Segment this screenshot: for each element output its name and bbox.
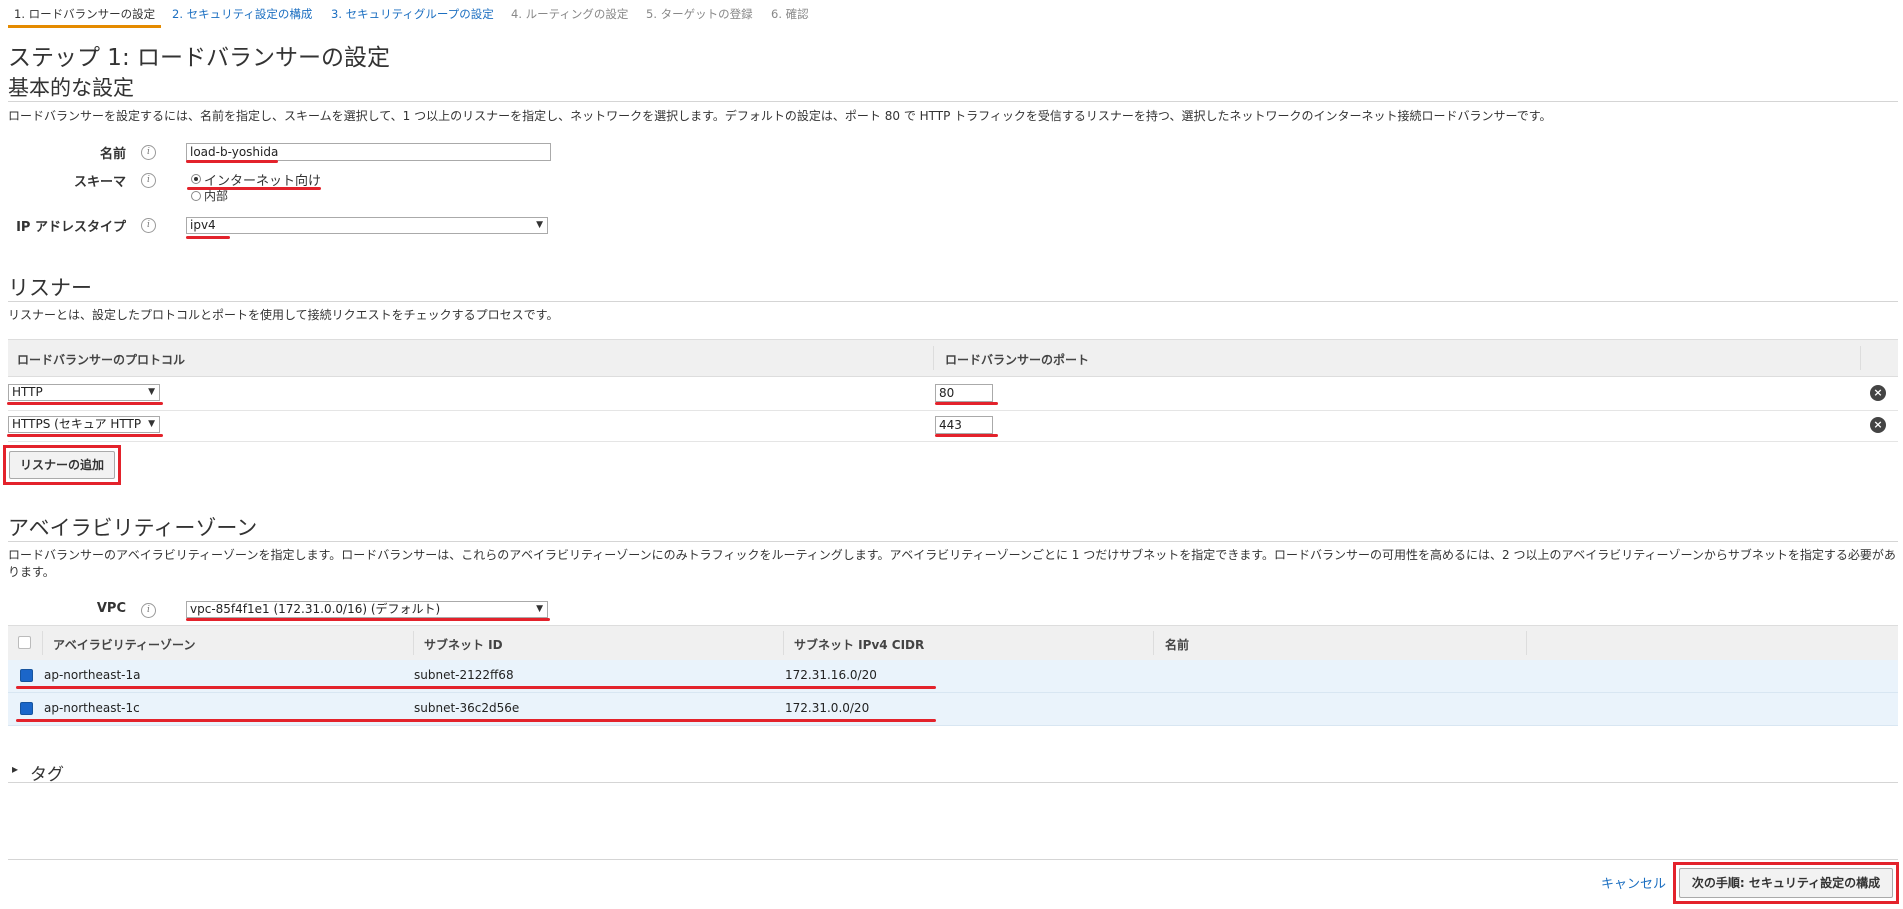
vpc-value: vpc-85f4f1e1 (172.31.0.0/16) (デフォルト) <box>190 602 441 616</box>
annotation-underline <box>16 719 936 722</box>
scheme-internal-radio[interactable] <box>191 191 201 201</box>
column-subnet-cidr: サブネット IPv4 CIDR <box>794 638 925 652</box>
protocol-select[interactable]: HTTP ▼ <box>8 384 160 401</box>
info-icon[interactable]: i <box>141 145 156 160</box>
wizard-step-3[interactable]: 3. セキュリティグループの設定 <box>325 0 500 28</box>
cidr-cell: 172.31.16.0/20 <box>785 668 877 682</box>
port-input[interactable] <box>935 384 993 402</box>
ip-address-type-select[interactable]: ipv4 ▼ <box>186 217 548 234</box>
subnet-id-cell: subnet-2122ff68 <box>414 668 514 682</box>
name-label: 名前 <box>99 147 126 162</box>
row-checkbox[interactable] <box>20 669 33 682</box>
subnet-id-cell: subnet-36c2d56e <box>414 701 520 715</box>
info-icon[interactable]: i <box>141 603 156 618</box>
ip-address-type-value: ipv4 <box>190 218 216 232</box>
divider <box>8 410 1898 411</box>
chevron-down-icon: ▼ <box>148 387 155 397</box>
divider <box>8 441 1898 442</box>
info-icon[interactable]: i <box>141 218 156 233</box>
cancel-link[interactable]: キャンセル <box>1601 873 1666 892</box>
remove-listener-icon[interactable]: × <box>1870 417 1886 433</box>
wizard-step-2[interactable]: 2. セキュリティ設定の構成 <box>166 0 318 28</box>
basic-settings-description: ロードバランサーを設定するには、名前を指定し、スキームを選択して、1 つ以上のリ… <box>8 109 1552 123</box>
divider <box>8 101 1898 102</box>
column-separator <box>1526 631 1527 655</box>
ip-address-type-label: IP アドレスタイプ <box>16 220 126 235</box>
listener-table-header: ロードバランサーのプロトコル ロードバランサーのポート <box>8 339 1898 377</box>
wizard-step-4: 4. ルーティングの設定 <box>511 7 629 21</box>
wizard-step-1[interactable]: 1. ロードバランサーの設定 <box>8 0 162 28</box>
select-all-checkbox[interactable] <box>18 636 31 649</box>
protocol-value: HTTPS (セキュア HTTP <box>12 417 142 431</box>
basic-settings-title: 基本的な設定 <box>8 76 134 100</box>
column-name: 名前 <box>1165 638 1190 652</box>
divider <box>8 541 1898 542</box>
vpc-label: VPC <box>96 601 126 616</box>
subnet-table-header: アベイラビリティーゾーン サブネット ID サブネット IPv4 CIDR 名前 <box>8 625 1898 661</box>
scheme-label: スキーマ <box>73 175 126 190</box>
scheme-internal-label[interactable]: 内部 <box>204 187 228 204</box>
chevron-down-icon: ▼ <box>536 604 543 614</box>
cidr-cell: 172.31.0.0/20 <box>785 701 870 715</box>
annotation-underline <box>7 434 163 437</box>
column-protocol: ロードバランサーのプロトコル <box>17 353 186 367</box>
availability-zone-title: アベイラビリティーゾーン <box>8 516 258 540</box>
next-step-button[interactable]: 次の手順: セキュリティ設定の構成 <box>1679 868 1893 898</box>
column-availability-zone: アベイラビリティーゾーン <box>53 638 196 652</box>
chevron-down-icon: ▼ <box>536 220 543 230</box>
column-separator <box>413 631 414 655</box>
remove-listener-icon[interactable]: × <box>1870 385 1886 401</box>
column-separator <box>1153 631 1154 655</box>
add-listener-button[interactable]: リスナーの追加 <box>9 451 115 479</box>
divider <box>8 782 1898 783</box>
annotation-underline <box>186 618 550 621</box>
annotation-underline <box>186 236 230 239</box>
protocol-value: HTTP <box>12 385 43 399</box>
column-port: ロードバランサーのポート <box>945 353 1090 367</box>
name-input[interactable] <box>186 143 551 161</box>
column-separator <box>42 631 43 655</box>
listener-description: リスナーとは、設定したプロトコルとポートを使用して接続リクエストをチェックするプ… <box>8 308 559 322</box>
zone-cell: ap-northeast-1a <box>44 668 141 682</box>
divider <box>8 859 1898 860</box>
listener-title: リスナー <box>8 276 92 300</box>
divider <box>8 301 1898 302</box>
annotation-underline <box>16 686 936 689</box>
column-separator <box>783 631 784 655</box>
column-subnet-id: サブネット ID <box>424 638 503 652</box>
availability-zone-description: ロードバランサーのアベイラビリティーゾーンを指定します。ロードバランサーは、これ… <box>8 548 1896 579</box>
scheme-internet-radio[interactable] <box>191 174 201 184</box>
zone-cell: ap-northeast-1c <box>44 701 140 715</box>
info-icon[interactable]: i <box>141 173 156 188</box>
column-separator <box>933 346 934 370</box>
protocol-select[interactable]: HTTPS (セキュア HTTP ▼ <box>8 416 160 433</box>
chevron-down-icon: ▼ <box>148 419 155 429</box>
port-input[interactable] <box>935 416 993 434</box>
annotation-underline <box>935 434 998 437</box>
vpc-select[interactable]: vpc-85f4f1e1 (172.31.0.0/16) (デフォルト) ▼ <box>186 601 548 618</box>
annotation-underline <box>935 402 998 405</box>
column-separator <box>1860 346 1861 370</box>
wizard-step-6: 6. 確認 <box>771 7 809 21</box>
annotation-underline <box>186 160 278 163</box>
caret-right-icon[interactable]: ▸ <box>12 762 18 776</box>
row-checkbox[interactable] <box>20 702 33 715</box>
page-title: ステップ 1: ロードバランサーの設定 <box>8 45 391 71</box>
wizard-step-5: 5. ターゲットの登録 <box>646 7 753 21</box>
annotation-underline <box>7 402 163 405</box>
